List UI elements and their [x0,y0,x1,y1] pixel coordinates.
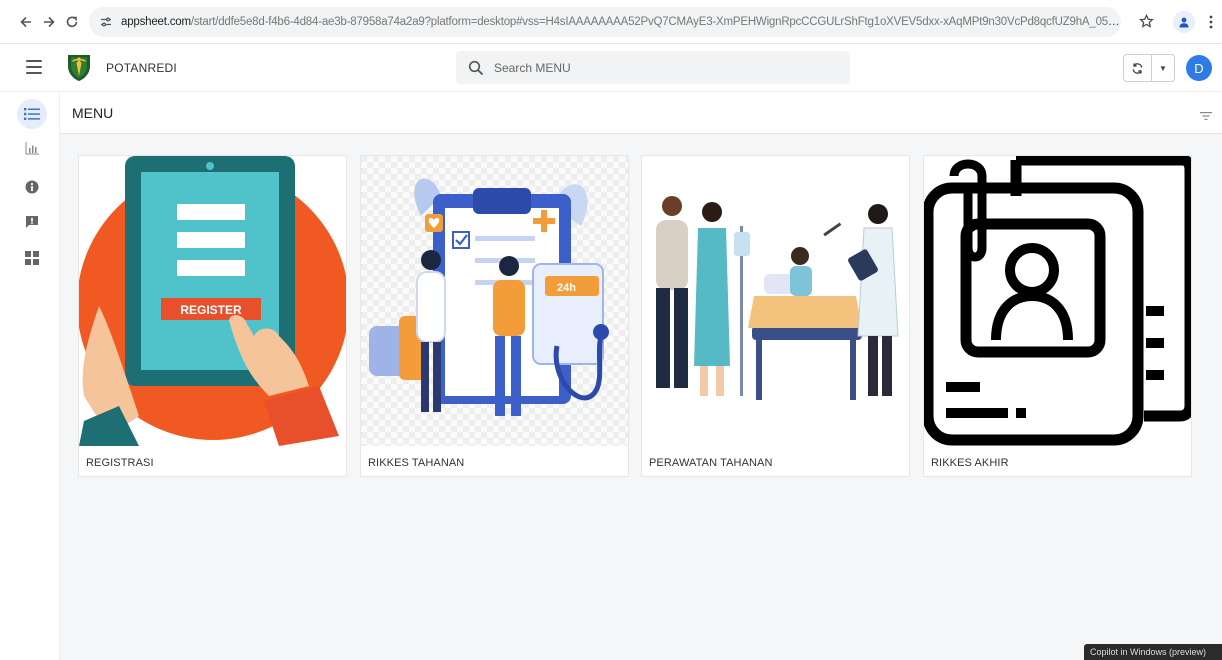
view-header: MENU [60,92,1222,134]
url-text[interactable]: appsheet.com/start/ddfe5e8d-f4b6-4d84-ae… [121,16,1121,28]
filter-icon[interactable] [1200,108,1214,120]
reload-icon[interactable] [60,9,83,35]
rikkes-tahanan-illustration: 24h [361,156,628,446]
nav-chart-icon[interactable] [17,133,47,163]
app-header: POTANREDI ▼ D [0,44,1222,92]
hamburger-menu-icon[interactable] [26,60,42,74]
card-label: REGISTRASI [86,457,154,469]
menu-card-registrasi[interactable]: REGISTER REGISTRASI [78,155,347,477]
sync-icon[interactable] [1124,55,1152,81]
register-button-art-text: REGISTER [180,303,242,317]
card-label: PERAWATAN TAHANAN [649,457,773,469]
nav-info-icon[interactable] [17,172,47,202]
menu-card-rikkes-tahanan[interactable]: 24h RIKKES TAHANAN [360,155,629,477]
view-title: MENU [72,105,114,121]
user-avatar[interactable]: D [1186,55,1212,81]
sync-dropdown-chevron-icon[interactable]: ▼ [1152,55,1174,81]
browser-toolbar: appsheet.com/start/ddfe5e8d-f4b6-4d84-ae… [0,0,1222,44]
card-label: RIKKES AKHIR [931,457,1009,469]
bookmark-star-icon[interactable] [1135,9,1158,35]
main-content: MENU REGISTER REGISTRASI 24h RIKKES TAHA… [60,92,1222,660]
perawatan-tahanan-illustration [642,156,909,446]
browser-menu-icon[interactable] [1199,9,1222,35]
search-icon [468,60,484,76]
app-logo [66,52,92,82]
nav-menu-list-icon[interactable] [17,99,47,129]
nav-feedback-icon[interactable] [17,207,47,237]
forward-arrow-icon[interactable] [37,9,60,35]
menu-card-perawatan-tahanan[interactable]: PERAWATAN TAHANAN [641,155,910,477]
url-host: appsheet.com [121,15,191,28]
copilot-notification[interactable]: Copilot in Windows (preview) [1084,644,1222,660]
url-path: /start/ddfe5e8d-f4b6-4d84-ae3b-87958a74a… [190,15,1121,28]
search-bar[interactable] [456,51,850,84]
search-input[interactable] [494,60,814,75]
rikkes-akhir-icon-art [924,156,1191,446]
address-bar[interactable]: appsheet.com/start/ddfe5e8d-f4b6-4d84-ae… [89,6,1121,37]
registrasi-illustration: REGISTER [79,156,346,446]
back-arrow-icon[interactable] [14,9,37,35]
profile-icon[interactable] [1172,9,1195,35]
app-name: POTANREDI [106,61,177,75]
sync-control: ▼ [1123,54,1175,82]
nav-apps-grid-icon[interactable] [17,243,47,273]
24h-art-text: 24h [557,282,576,294]
menu-card-rikkes-akhir[interactable]: RIKKES AKHIR [923,155,1192,477]
site-settings-icon[interactable] [97,13,115,31]
card-label: RIKKES TAHANAN [368,457,465,469]
left-nav-rail [0,92,60,660]
